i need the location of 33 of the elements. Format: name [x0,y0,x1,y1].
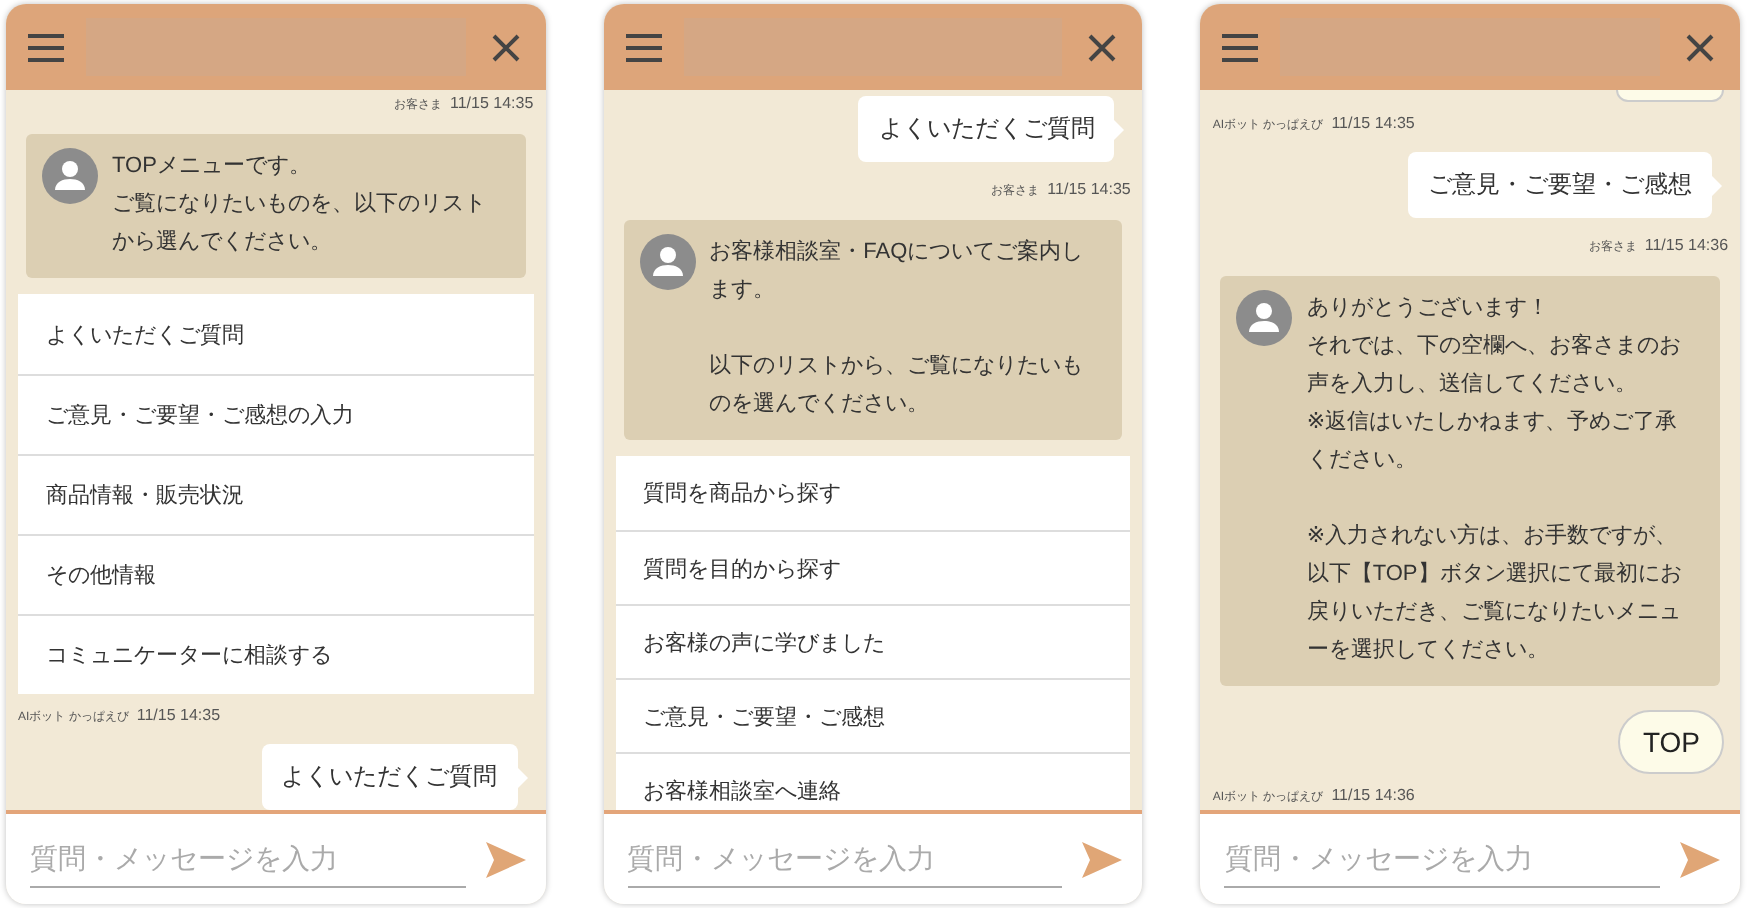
timestamp: 11/15 14:35 [136,706,221,724]
timestamp: 11/15 14:35 [1047,180,1131,198]
bot-message-line: ※返信はいたしかねます、予めご了承 [1306,408,1678,438]
bot-message-line: ご覧になりたいものを、以下のリスト [112,190,486,220]
user-message-bubble: よくいただくご質問 [261,744,528,810]
bot-message-line: のを選んでください。 [709,390,930,420]
bot-message-line: 声を入力し、送信してください。 [1306,370,1637,400]
message-input[interactable]: 質問・メッセージを入力 [627,830,1063,888]
avatar-icon [639,234,696,290]
bot-message-line: 以下のリストから、ご覧になりたいも [709,352,1084,382]
bot-message-line: ※入力されない方は、お手数ですが、 [1306,521,1678,552]
timestamp: 11/15 14:36 [1644,236,1729,254]
avatar-icon [42,148,98,204]
message-input[interactable]: 質問・メッセージを入力 [1224,830,1661,888]
avatar-icon [1236,290,1293,346]
bot-message-line: から選んでください。 [112,228,332,258]
bot-message-line: 戻りいただき、ご覧になりたいメニュ [1306,597,1681,628]
timestamp: 11/15 14:35 [1331,114,1415,132]
timestamp: 11/15 14:35 [450,94,534,112]
message-input[interactable]: 質問・メッセージを入力 [30,830,466,888]
bot-message-line: ください。 [1306,446,1417,476]
bot-message-line: お客様相談室・FAQについてご案内し [709,237,1084,268]
timestamp: 11/15 14:36 [1331,786,1415,804]
user-message-bubble: ご意見・ご要望・ご感想 [1408,152,1723,218]
user-message-bubble: よくいただくご質問 [858,96,1125,162]
bot-message-line: それでは、下の空欄へ、お客さまのお [1306,331,1681,362]
partial-chip [1616,90,1725,102]
bot-message-line: ありがとうございます！ [1306,294,1549,324]
bot-message-line: TOPメニューです。 [112,152,311,182]
bot-message-line: ーを選択してください。 [1306,636,1549,666]
top-button[interactable]: TOP [1618,710,1725,774]
bot-message-line: ます。 [709,276,776,306]
bot-message-line: 以下【TOP】ボタン選択にて最初にお [1306,559,1682,590]
